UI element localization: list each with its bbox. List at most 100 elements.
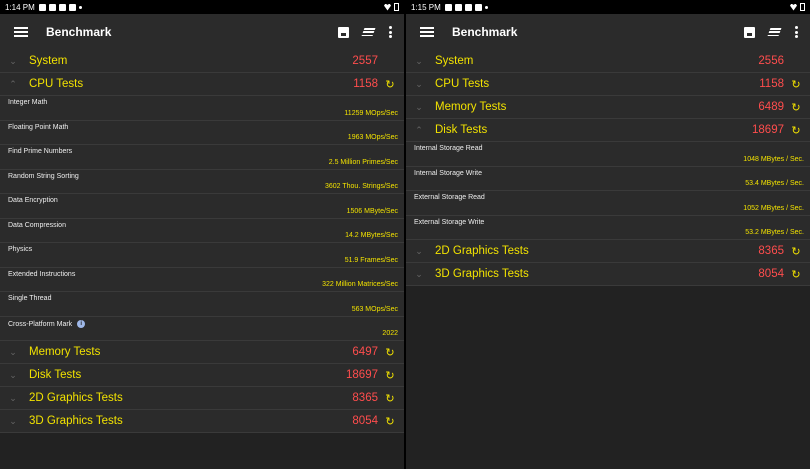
rerun-icon[interactable]: ↻ <box>790 124 802 137</box>
category-row-cpu-tests[interactable]: ⌃ CPU Tests 1158 ↻ <box>0 73 404 96</box>
test-row-external-storage-write[interactable]: External Storage Write 53.2 MBytes / Sec. <box>406 215 810 240</box>
download-icon <box>464 3 472 11</box>
category-row-system[interactable]: ⌄System2556↻ <box>406 50 810 73</box>
download-icon <box>48 3 56 11</box>
chevron-icon: ⌄ <box>415 55 423 66</box>
test-value: 53.4 MBytes / Sec. <box>745 180 804 187</box>
more-options-icon[interactable] <box>388 26 392 38</box>
test-row-single-thread[interactable]: Single Thread 563 MOps/Sec <box>0 292 404 317</box>
category-name: 3D Graphics Tests <box>29 415 123 427</box>
app-icon <box>444 3 452 11</box>
test-row-external-storage-read[interactable]: External Storage Read 1052 MBytes / Sec. <box>406 191 810 216</box>
battery-icon <box>800 3 805 11</box>
status-time: 1:14 PM <box>5 2 35 12</box>
info-icon[interactable]: i <box>77 319 86 328</box>
chevron-icon: ⌃ <box>9 78 17 89</box>
app-icon <box>38 3 46 11</box>
chevron-icon: ⌃ <box>415 124 423 135</box>
rerun-icon[interactable]: ↻ <box>384 369 396 382</box>
save-icon[interactable] <box>744 26 755 38</box>
rerun-icon[interactable]: ↻ <box>384 346 396 359</box>
left-screen: 1:14 PM Benchmark ⌄ System 2557 ↻ ⌃ CPU Tests… <box>0 0 404 469</box>
test-row-data-encryption[interactable]: Data Encryption 1506 MByte/Sec <box>0 194 404 219</box>
test-row-internal-storage-write[interactable]: Internal Storage Write 53.4 MBytes / Sec. <box>406 166 810 191</box>
category-row-disk-tests[interactable]: ⌃ Disk Tests 18697 ↻ <box>406 119 810 142</box>
dot-icon <box>484 5 488 9</box>
chevron-icon: ⌄ <box>9 415 17 426</box>
category-row-3d-graphics-tests[interactable]: ⌄ 3D Graphics Tests 8054 ↻ <box>406 263 810 286</box>
category-score: 18697 <box>752 124 784 136</box>
category-score: 8365 <box>758 245 784 257</box>
test-row-find-prime-numbers[interactable]: Find Prime Numbers 2.5 Million Primes/Sec <box>0 145 404 170</box>
category-row-disk-tests[interactable]: ⌄ Disk Tests 18697 ↻ <box>0 364 404 387</box>
test-value: 1048 MBytes / Sec. <box>743 155 804 163</box>
test-value: 322 Million Matrices/Sec <box>322 281 398 288</box>
results-list: ⌄ System 2557 ↻ ⌃ CPU Tests 1158 ↻ Integer Math 1… <box>0 50 404 469</box>
sort-icon[interactable] <box>767 28 782 36</box>
rerun-icon[interactable]: ↻ <box>790 101 802 114</box>
rerun-icon[interactable]: ↻ <box>384 392 396 405</box>
test-row-physics[interactable]: Physics 51.9 Frames/Sec <box>0 243 404 268</box>
chevron-icon: ⌄ <box>415 268 423 279</box>
app-bar: Benchmark <box>0 14 404 50</box>
sort-icon[interactable] <box>361 28 376 36</box>
app-bar: Benchmark <box>406 14 810 50</box>
test-name: Floating Point Math <box>8 123 69 131</box>
category-name: 2D Graphics Tests <box>435 245 529 257</box>
category-name: CPU Tests <box>29 78 84 90</box>
test-name: Extended Instructions <box>8 270 76 278</box>
category-score: 2556 <box>758 55 784 67</box>
category-row-memory-tests[interactable]: ⌄ Memory Tests 6497 ↻ <box>0 341 404 364</box>
menu-icon[interactable] <box>14 27 28 37</box>
chevron-icon: ⌄ <box>415 245 423 256</box>
test-value: 563 MOps/Sec <box>351 305 398 313</box>
test-row-internal-storage-read[interactable]: Internal Storage Read 1048 MBytes / Sec. <box>406 142 810 167</box>
chevron-icon: ⌄ <box>9 346 17 357</box>
rerun-icon[interactable]: ↻ <box>790 268 802 281</box>
wifi-icon <box>384 3 391 11</box>
test-row-random-string-sorting[interactable]: Random String Sorting 3602 Thou. Strings/… <box>0 169 404 194</box>
test-row-integer-math[interactable]: Integer Math 11259 MOps/Sec <box>0 96 404 121</box>
rerun-icon[interactable]: ↻ <box>384 78 396 91</box>
test-name: Random String Sorting <box>8 172 79 180</box>
category-score: 2557 <box>352 55 378 67</box>
shield-icon <box>474 3 482 11</box>
test-value: 11259 MOps/Sec <box>344 109 398 117</box>
category-name: 2D Graphics Tests <box>29 392 123 404</box>
save-icon[interactable] <box>338 26 349 38</box>
notification-icons <box>444 3 488 11</box>
test-value: 1963 MOps/Sec <box>347 134 398 141</box>
download-icon <box>454 3 462 11</box>
more-options-icon[interactable] <box>794 26 798 38</box>
category-name: System <box>29 55 68 67</box>
dot-icon <box>78 5 82 9</box>
category-row-memory-tests[interactable]: ⌄ Memory Tests 6489 ↻ <box>406 96 810 119</box>
test-row-floating-point-math[interactable]: Floating Point Math 1963 MOps/Sec <box>0 120 404 145</box>
category-score: 18697 <box>346 369 378 381</box>
category-row-cpu-tests[interactable]: ⌄ CPU Tests 1158 ↻ <box>406 73 810 96</box>
test-name: Integer Math <box>8 99 48 106</box>
test-row-extended-instructions[interactable]: Extended Instructions 322 Million Matrice… <box>0 267 404 292</box>
category-row-2d-graphics-tests[interactable]: ⌄ 2D Graphics Tests 8365 ↻ <box>406 240 810 263</box>
category-score: 8365 <box>352 392 378 404</box>
rerun-icon[interactable]: ↻ <box>384 415 396 428</box>
chevron-icon: ⌄ <box>9 392 17 403</box>
test-name: Internal Storage Write <box>414 169 482 177</box>
category-name: Memory Tests <box>29 346 101 358</box>
category-row-3d-graphics-tests[interactable]: ⌄ 3D Graphics Tests 8054 ↻ <box>0 410 404 433</box>
chevron-icon: ⌄ <box>415 101 423 112</box>
category-score: 8054 <box>352 415 378 427</box>
menu-icon[interactable] <box>420 27 434 37</box>
test-value: 2022 <box>382 330 398 337</box>
rerun-icon[interactable]: ↻ <box>790 78 802 91</box>
category-row-system[interactable]: ⌄System2557↻ <box>0 50 404 73</box>
test-name: Data Compression <box>8 221 66 229</box>
category-score: 6497 <box>352 346 378 358</box>
test-name: Physics <box>8 246 33 253</box>
category-row-2d-graphics-tests[interactable]: ⌄ 2D Graphics Tests 8365 ↻ <box>0 387 404 410</box>
test-row-cross-platform-mark[interactable]: Cross-Platform Mark i 2022 <box>0 316 404 341</box>
status-bar: 1:15 PM <box>406 0 810 14</box>
test-name: Data Encryption <box>8 197 58 204</box>
test-row-data-compression[interactable]: Data Compression 14.2 MBytes/Sec <box>0 218 404 243</box>
rerun-icon[interactable]: ↻ <box>790 245 802 258</box>
